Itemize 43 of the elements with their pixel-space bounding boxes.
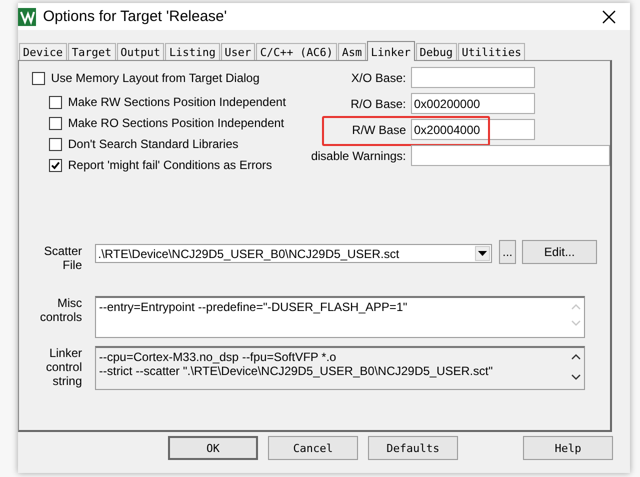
window-title: Options for Target 'Release' [43,8,228,25]
tab[interactable]: Output [116,43,164,60]
tab[interactable]: Utilities [458,43,526,60]
input-field[interactable]: 0x00200000 [411,93,535,114]
dialog-button[interactable]: Help [523,436,613,460]
tab[interactable]: Debug [416,43,457,60]
field-label: disable Warnings: [310,148,407,162]
checkbox[interactable] [49,138,62,150]
checkbox[interactable] [49,158,62,172]
field-label: R/W Base [350,122,407,136]
tab[interactable]: Linker [366,41,415,61]
checkbox-label: Make RO Sections Position Independent [68,116,284,130]
input-field[interactable] [411,145,610,166]
dialog-button[interactable]: Defaults [368,436,458,460]
tab[interactable]: Target [68,43,116,60]
text-line: --strict --scatter ".\RTE\Device\NCJ29D5_USER_B0\NCJ29D5_USER.sct" [99,364,494,378]
field-label: Misc controls [38,296,82,324]
tab[interactable]: Asm [338,43,366,60]
checkbox-label: Don't Search Standard Libraries [68,137,238,151]
tab[interactable]: C/C++ (AC6) [256,43,337,60]
dialog-button[interactable]: Cancel [268,436,358,460]
checkbox-label: Make RW Sections Position Independent [68,95,286,109]
checkbox-label: Report 'might fail' Conditions as Errors [68,158,272,172]
checkbox-label: Use Memory Layout from Target Dialog [51,71,260,85]
dialog-button[interactable]: OK [168,436,258,460]
tab[interactable]: Listing [165,43,220,60]
field-label: Scatter File [42,244,82,272]
checkbox[interactable] [49,116,62,130]
dropdown-field[interactable]: .\RTE\Device\NCJ29D5_USER_B0\NCJ29D5_USER.sct [95,244,492,263]
field-label: R/O Base: [350,96,407,110]
edit-button[interactable]: Edit... [522,240,597,264]
close-icon[interactable] [602,10,616,24]
text-area[interactable]: --entry=Entrypoint --predefine="-DUSER_FLASH_APP=1" [95,296,585,338]
tab[interactable]: Device [19,43,67,60]
browse-button[interactable]: ... [499,240,516,264]
checkbox[interactable] [32,72,45,84]
input-field[interactable] [411,67,535,88]
text-line: --cpu=Cortex-M33.no_dsp --fpu=SoftVFP *.o [99,350,338,364]
tab[interactable]: User [220,43,256,60]
checkbox[interactable] [49,96,62,108]
input-field[interactable]: 0x20004000 [411,119,535,140]
field-label: Linker control string [44,346,82,388]
field-label: X/O Base: [350,70,407,84]
